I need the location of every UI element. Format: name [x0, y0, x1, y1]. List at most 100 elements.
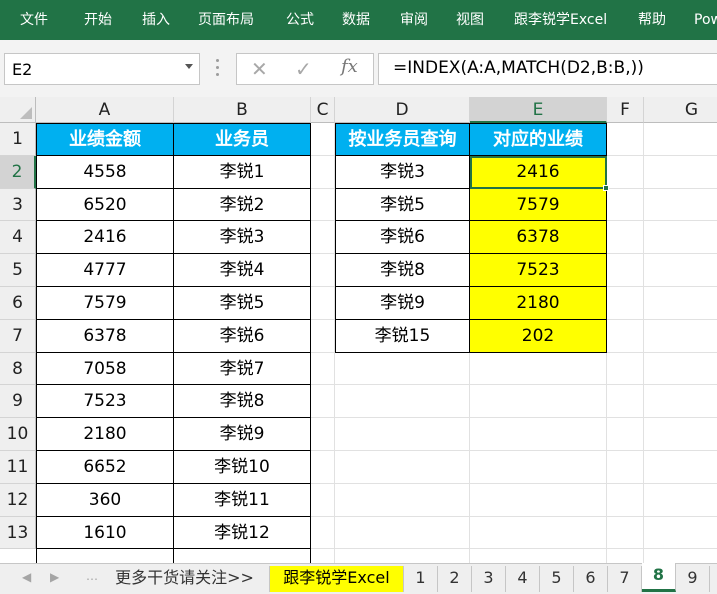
formula-input[interactable]: =INDEX(A:A,MATCH(D2,B:B,)) — [378, 53, 717, 85]
column-header-A[interactable]: A — [36, 97, 174, 123]
table2-cell[interactable]: 李锐15 — [335, 319, 470, 353]
gridline-col — [643, 123, 644, 563]
row-header-1[interactable]: 1 — [0, 123, 36, 156]
spreadsheet-grid[interactable]: A B C D E F G 1 2 3 4 5 6 7 8 9 10 11 12 13 业绩金额 4558 6520 2416… — [0, 97, 717, 563]
table1-cell[interactable]: 李锐7 — [174, 352, 311, 386]
table2-cell[interactable]: 李锐8 — [335, 254, 470, 287]
table2-cell[interactable]: 李锐3 — [335, 155, 470, 189]
sheet-tab-9[interactable]: 8 — [642, 563, 676, 592]
table1-cell[interactable]: 李锐5 — [174, 287, 311, 320]
sheet-tab-7[interactable]: 6 — [574, 566, 608, 592]
sheet-tab-10[interactable]: 9 — [676, 566, 710, 592]
table1-cell[interactable]: 2416 — [36, 221, 174, 255]
column-header-E[interactable]: E — [470, 97, 607, 123]
row-header-2[interactable]: 2 — [0, 155, 36, 189]
sheet-tab-4[interactable]: 3 — [472, 566, 506, 592]
row-header-12[interactable]: 12 — [0, 483, 36, 517]
table1-cell[interactable]: 6520 — [36, 188, 174, 222]
sheet-tab-1[interactable]: 跟李锐学Excel — [270, 566, 404, 592]
confirm-icon[interactable]: ✓ — [295, 57, 312, 81]
table1-cell[interactable]: 7579 — [36, 287, 174, 320]
column-header-C[interactable]: C — [311, 97, 335, 123]
ribbon-tab-bar: 文件 开始 插入 页面布局 公式 数据 审阅 视图 跟李锐学Excel 帮助 Pow — [0, 0, 717, 40]
row-header-7[interactable]: 7 — [0, 319, 36, 353]
column-header-F[interactable]: F — [607, 97, 644, 123]
table2-cell[interactable]: 2180 — [470, 287, 607, 320]
table1-cell[interactable]: 李锐6 — [174, 319, 311, 353]
row-header-11[interactable]: 11 — [0, 451, 36, 484]
row-header-3[interactable]: 3 — [0, 188, 36, 222]
ribbon-tab-9[interactable]: 帮助 — [638, 10, 666, 30]
formula-text: =INDEX(A:A,MATCH(D2,B:B,)) — [393, 58, 644, 78]
select-all-corner[interactable] — [0, 97, 36, 123]
scroll-right-icon[interactable]: ▶ — [50, 570, 59, 584]
ribbon-tab-5[interactable]: 数据 — [342, 10, 370, 30]
sheet-tab-3[interactable]: 2 — [438, 566, 472, 592]
table2-cell[interactable]: 202 — [470, 319, 607, 353]
table1-header-0[interactable]: 业绩金额 — [36, 123, 174, 156]
scroll-left-icon[interactable]: ◀ — [22, 570, 31, 584]
table1-cell[interactable]: 李锐12 — [174, 516, 311, 550]
table2-header-1[interactable]: 对应的业绩 — [470, 123, 607, 156]
table2-cell[interactable]: 李锐9 — [335, 287, 470, 320]
table1-cell[interactable]: 李锐10 — [174, 451, 311, 484]
row-header-9[interactable]: 9 — [0, 385, 36, 419]
column-header-G[interactable]: G — [644, 97, 717, 123]
table2-cell[interactable]: 7579 — [470, 188, 607, 222]
table1-cell[interactable]: 360 — [36, 483, 174, 517]
table1-cell-partial[interactable] — [36, 549, 174, 563]
sheet-tab-5[interactable]: 4 — [506, 566, 540, 592]
drag-handle-icon[interactable] — [216, 59, 219, 77]
ribbon-tab-6[interactable]: 审阅 — [400, 10, 428, 30]
ribbon-tab-4[interactable]: 公式 — [286, 10, 314, 30]
table1-cell-partial[interactable] — [174, 549, 311, 563]
table1-cell[interactable]: 6378 — [36, 319, 174, 353]
row-header-5[interactable]: 5 — [0, 254, 36, 287]
sheet-tab-6[interactable]: 5 — [540, 566, 574, 592]
table1-header-1[interactable]: 业务员 — [174, 123, 311, 156]
ribbon-tab-1[interactable]: 开始 — [84, 10, 112, 30]
ribbon-tab-0[interactable]: 文件 — [20, 10, 48, 30]
row-header-13[interactable]: 13 — [0, 516, 36, 550]
ribbon-tab-3[interactable]: 页面布局 — [198, 10, 254, 30]
row-header-6[interactable]: 6 — [0, 287, 36, 320]
table1-cell[interactable]: 1610 — [36, 516, 174, 550]
sheet-tab-8[interactable]: 7 — [608, 566, 642, 592]
chevron-down-icon[interactable] — [185, 64, 193, 69]
insert-function-icon[interactable]: fx — [341, 56, 358, 77]
table1-cell[interactable]: 李锐1 — [174, 155, 311, 189]
table1-cell[interactable]: 7523 — [36, 385, 174, 419]
table1-cell[interactable]: 7058 — [36, 352, 174, 386]
table1-cell[interactable]: 6652 — [36, 451, 174, 484]
table2-cell[interactable]: 李锐5 — [335, 188, 470, 222]
row-header-4[interactable]: 4 — [0, 221, 36, 255]
ribbon-tab-2[interactable]: 插入 — [142, 10, 170, 30]
table1-cell[interactable]: 李锐2 — [174, 188, 311, 222]
table1-cell[interactable]: 4777 — [36, 254, 174, 287]
table1-cell[interactable]: 4558 — [36, 155, 174, 189]
table1-cell[interactable]: 2180 — [36, 418, 174, 451]
table2-cell[interactable]: 6378 — [470, 221, 607, 255]
active-cell-e2[interactable]: 2416 — [470, 155, 607, 189]
ribbon-tab-10[interactable]: Pow — [694, 10, 717, 30]
sheet-tab-2[interactable]: 1 — [404, 566, 438, 592]
table2-cell[interactable]: 7523 — [470, 254, 607, 287]
table1-cell[interactable]: 李锐3 — [174, 221, 311, 255]
row-header-10[interactable]: 10 — [0, 418, 36, 451]
ribbon-tab-8[interactable]: 跟李锐学Excel — [514, 10, 607, 30]
ribbon-tab-7[interactable]: 视图 — [456, 10, 484, 30]
row-header-8[interactable]: 8 — [0, 352, 36, 386]
cancel-icon[interactable]: ✕ — [251, 57, 268, 81]
table1-cell[interactable]: 李锐9 — [174, 418, 311, 451]
sheet-tab-0[interactable]: 更多干货请关注>> — [100, 566, 270, 592]
table2-cell[interactable]: 李锐6 — [335, 221, 470, 255]
name-box[interactable]: E2 — [4, 53, 200, 85]
more-tabs-icon[interactable]: ⋯ — [86, 572, 99, 586]
column-header-B[interactable]: B — [174, 97, 311, 123]
table1-cell[interactable]: 李锐4 — [174, 254, 311, 287]
column-header-D[interactable]: D — [335, 97, 470, 123]
table2-header-0[interactable]: 按业务员查询 — [335, 123, 470, 156]
table1-cell[interactable]: 李锐11 — [174, 483, 311, 517]
table1-cell[interactable]: 李锐8 — [174, 385, 311, 419]
fill-handle[interactable] — [603, 184, 609, 191]
